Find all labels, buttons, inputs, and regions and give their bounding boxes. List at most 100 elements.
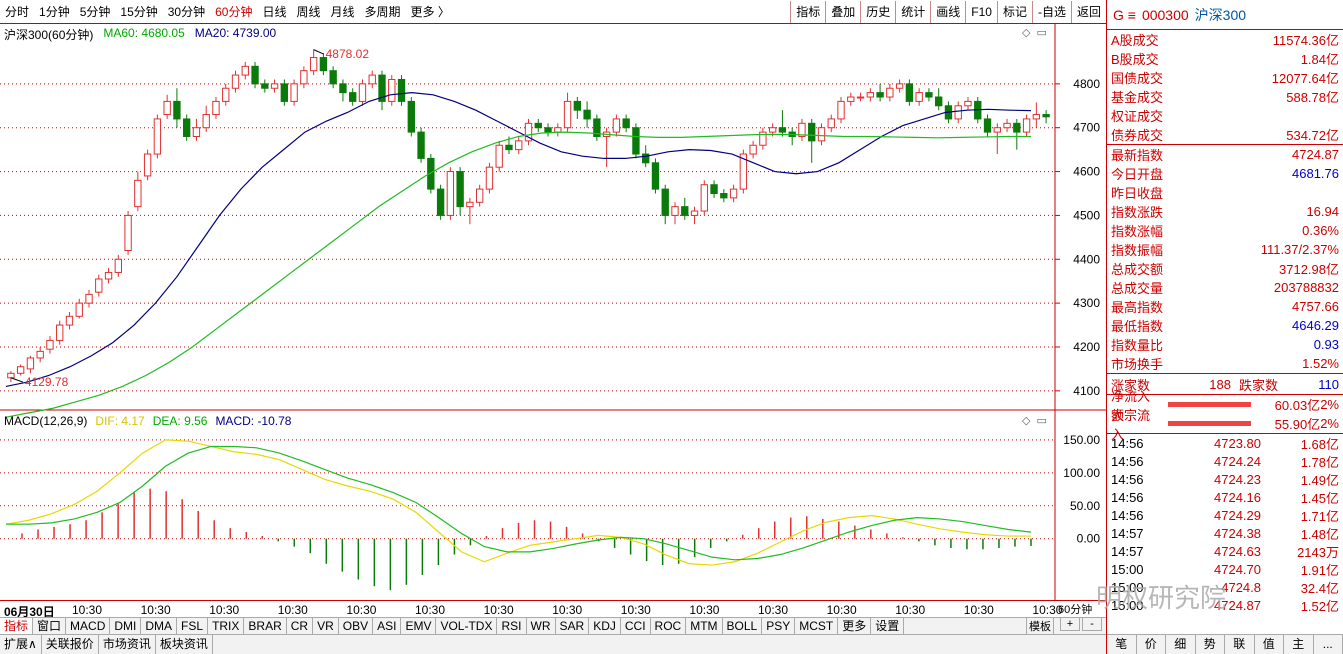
toolbar-button-7[interactable]: -自选: [1031, 0, 1071, 23]
macd-tick-label: 50.00: [1070, 499, 1100, 513]
toolbar-button-6[interactable]: 标记: [996, 0, 1032, 23]
indicator-tab-cci[interactable]: CCI: [621, 618, 651, 634]
indicator-tab-更多[interactable]: 更多: [838, 618, 872, 634]
indicator-tab-macd[interactable]: MACD: [66, 618, 111, 634]
tick-volume: 1.52亿: [1300, 598, 1339, 614]
candle-body: [417, 131, 425, 159]
indicator-tab-窗口[interactable]: 窗口: [33, 618, 67, 634]
indicator-tab-设置[interactable]: 设置: [871, 618, 905, 634]
indicator-tab-boll[interactable]: BOLL: [723, 618, 763, 634]
panel-tab-0[interactable]: 笔: [1107, 635, 1137, 654]
indicator-tab-sar[interactable]: SAR: [556, 618, 590, 634]
ma60-line: [5, 131, 1031, 418]
period-tab-8[interactable]: 月线: [326, 3, 360, 20]
candle-body: [466, 201, 474, 208]
tick-row: 14:57 4724.63 2143万: [1107, 542, 1343, 560]
panel-tab-5[interactable]: 值: [1255, 635, 1284, 654]
tick-row: 14:56 4724.29 1.71亿: [1107, 506, 1343, 524]
toolbar-button-8[interactable]: 返回: [1070, 0, 1106, 23]
turnover-key: B股成交: [1111, 52, 1159, 67]
turnover-value: 12077.64亿: [1271, 71, 1339, 86]
toolbar-button-1[interactable]: 叠加: [825, 0, 860, 23]
candle-body: [456, 171, 464, 208]
toolbar-button-0[interactable]: 指标: [790, 0, 825, 23]
stat-row: 最低指数 4646.29: [1107, 316, 1343, 335]
period-tab-5[interactable]: 60分钟: [210, 3, 257, 20]
stat-key: 最新指数: [1111, 148, 1164, 163]
indicator-tab-mcst[interactable]: MCST: [795, 618, 839, 634]
stat-key: 最低指数: [1111, 319, 1164, 334]
zoom-in-button[interactable]: +: [1060, 617, 1080, 631]
candle-body: [622, 118, 630, 129]
panel-tab-1[interactable]: 价: [1137, 635, 1166, 654]
time-label: 10:30: [963, 603, 994, 617]
macd-tick-label: 150.00: [1063, 433, 1100, 447]
candle-body: [173, 100, 181, 120]
candle-body: [856, 96, 865, 99]
indicator-tab-vol-tdx[interactable]: VOL-TDX: [436, 618, 498, 634]
toolbar-button-3[interactable]: 统计: [895, 0, 930, 23]
period-tab-2[interactable]: 5分钟: [75, 3, 116, 20]
indicator-tab-dmi[interactable]: DMI: [110, 618, 142, 634]
stat-value: 4724.87: [1292, 147, 1339, 162]
indicator-tab-trix[interactable]: TRIX: [208, 618, 245, 634]
tick-row: 14:56 4723.80 1.68亿: [1107, 434, 1343, 452]
indicator-tab-kdj[interactable]: KDJ: [589, 618, 621, 634]
candle-body: [143, 153, 152, 177]
indicator-tab-roc[interactable]: ROC: [651, 618, 687, 634]
candle-body: [290, 83, 298, 102]
bottom-tab-2[interactable]: 市场资讯: [99, 635, 156, 654]
panel-tab-3[interactable]: 势: [1196, 635, 1225, 654]
bottom-tab-3[interactable]: 板块资讯: [156, 635, 213, 654]
indicator-tab-psy[interactable]: PSY: [762, 618, 796, 634]
candle-body: [505, 144, 513, 151]
bottom-tab-1[interactable]: 关联报价: [42, 635, 99, 654]
period-tab-3[interactable]: 15分钟: [115, 3, 162, 20]
toolbar-button-4[interactable]: 画线: [930, 0, 965, 23]
indicator-tab-emv[interactable]: EMV: [401, 618, 437, 634]
candle-body: [300, 70, 308, 85]
candle-body: [1013, 122, 1021, 133]
tick-volume: 1.49亿: [1300, 472, 1339, 488]
period-tab-4[interactable]: 30分钟: [163, 3, 210, 20]
stat-value: 16.94: [1306, 204, 1339, 219]
zoom-out-button[interactable]: -: [1082, 617, 1102, 631]
template-button[interactable]: 模板: [1026, 617, 1054, 635]
period-tab-10[interactable]: 更多 〉: [406, 3, 455, 20]
diamond-icon[interactable]: ◇: [1022, 414, 1030, 427]
stat-key: 指数振幅: [1111, 243, 1164, 258]
candle-body: [710, 184, 718, 194]
bottom-tab-0[interactable]: 扩展∧: [0, 635, 42, 654]
period-tab-6[interactable]: 日线: [257, 3, 291, 20]
time-label: 10:30: [689, 603, 720, 617]
window-icon[interactable]: ▭: [1036, 414, 1046, 427]
period-tab-1[interactable]: 1分钟: [34, 3, 75, 20]
period-tab-0[interactable]: 分时: [0, 3, 34, 20]
candle-body: [368, 74, 376, 85]
panel-tab-2[interactable]: 细: [1166, 635, 1196, 654]
indicator-tab-dma[interactable]: DMA: [141, 618, 178, 634]
candle-body: [895, 83, 904, 89]
indicator-tab-指标[interactable]: 指标: [0, 618, 34, 634]
indicator-tab-vr[interactable]: VR: [313, 618, 339, 634]
kline-chart[interactable]: 4800 4700 4600 4500 4400 4300 4200 4100 4878.02 4…: [0, 24, 1106, 600]
toolbar-button-5[interactable]: F10: [965, 0, 997, 23]
panel-tab-6[interactable]: 主: [1284, 635, 1314, 654]
indicator-tab-fsl[interactable]: FSL: [177, 618, 209, 634]
turnover-value: 534.72亿: [1286, 128, 1339, 143]
indicator-tab-wr[interactable]: WR: [527, 618, 556, 634]
menu-icon[interactable]: G ≡: [1113, 7, 1136, 23]
indicator-tab-cr[interactable]: CR: [287, 618, 314, 634]
indicator-tab-obv[interactable]: OBV: [339, 618, 374, 634]
period-tab-9[interactable]: 多周期: [360, 3, 406, 20]
indicator-tab-mtm[interactable]: MTM: [686, 618, 723, 634]
period-tab-7[interactable]: 周线: [291, 3, 325, 20]
tick-row: 14:57 4724.38 1.48亿: [1107, 524, 1343, 542]
indicator-tab-rsi[interactable]: RSI: [497, 618, 527, 634]
panel-tab-4[interactable]: 联: [1225, 635, 1255, 654]
panel-tab-7[interactable]: ...: [1314, 635, 1343, 654]
indicator-tab-brar[interactable]: BRAR: [244, 618, 287, 634]
toolbar-button-2[interactable]: 历史: [860, 0, 895, 23]
indicator-tab-asi[interactable]: ASI: [373, 618, 402, 634]
time-label: 10:30: [346, 603, 377, 617]
